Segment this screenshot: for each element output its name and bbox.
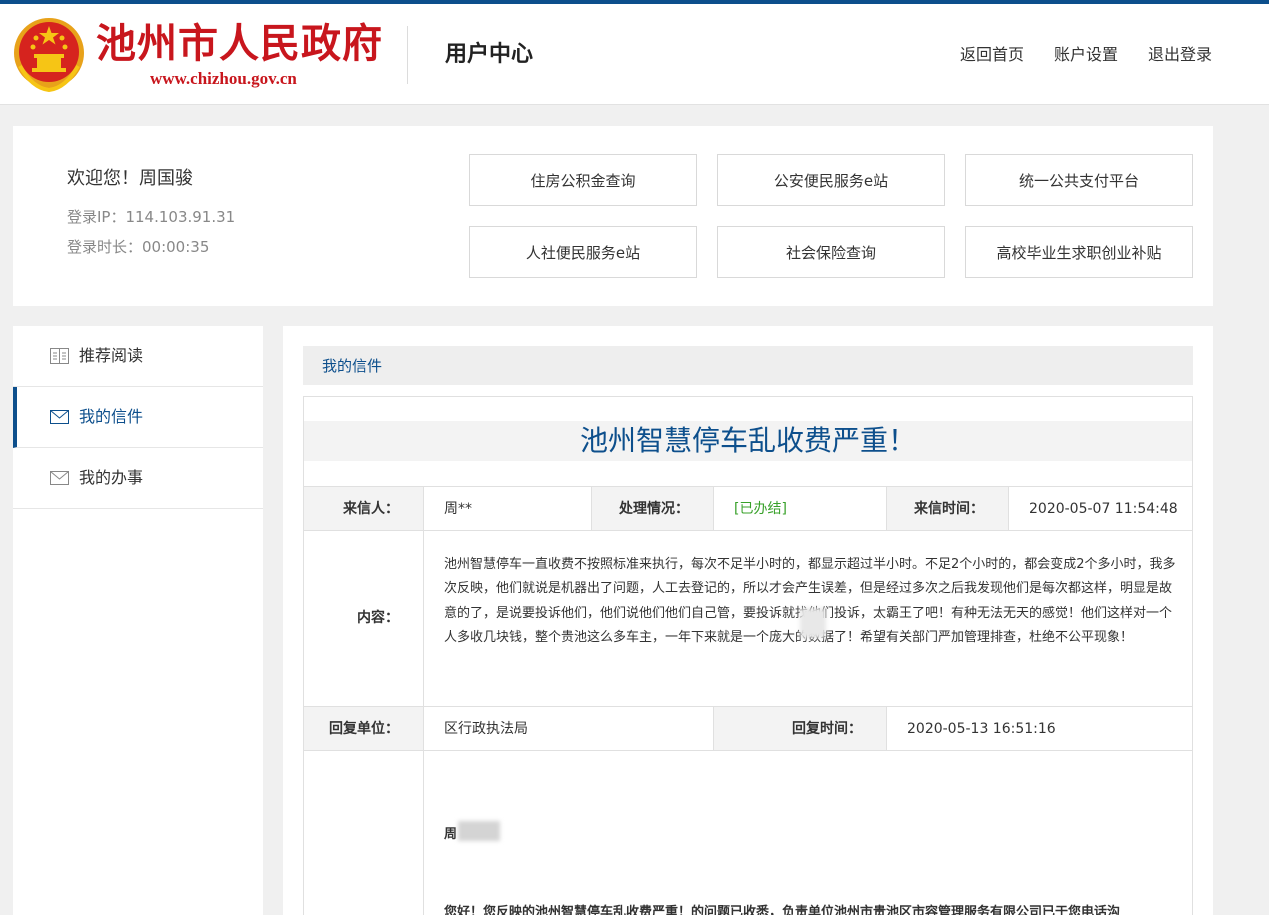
privacy-blur [800, 608, 826, 638]
service-button-housing-fund[interactable]: 住房公积金查询 [469, 154, 697, 206]
privacy-blur [458, 821, 500, 841]
reply-time-label: 回复时间： [792, 721, 862, 737]
reply-body: 您好！您反映的池州智慧停车乱收费严重！的问题已收悉，负责单位池州市贵池区市容管理… [444, 905, 1121, 915]
service-button-social-insurance[interactable]: 社会保险查询 [717, 226, 945, 278]
content-label-cell: 内容： [304, 531, 424, 706]
reply-salutation: 周 [444, 827, 458, 842]
sidebar-item-my-affairs[interactable]: 我的办事 [13, 448, 263, 509]
status-label-cell: 处理情况： [592, 487, 714, 530]
reply-time-label-cell: 回复时间： [714, 707, 887, 750]
reply-unit-label: 回复单位： [329, 721, 399, 737]
page-title: 用户中心 [445, 42, 534, 67]
nav-home-link[interactable]: 返回首页 [960, 44, 1024, 66]
breadcrumb-current[interactable]: 我的信件 [322, 356, 382, 376]
nav-logout-link[interactable]: 退出登录 [1148, 44, 1212, 66]
sidebar-item-label: 我的信件 [79, 407, 144, 426]
service-button-hr[interactable]: 人社便民服务e站 [469, 226, 697, 278]
sidebar-item-recommended[interactable]: 推荐阅读 [13, 326, 263, 387]
status-cell: [已办结] [714, 487, 887, 530]
sender-label-cell: 来信人： [304, 487, 424, 530]
welcome-card: 欢迎您！周国骏 登录IP：114.103.91.31 登录时长：00:00:35… [13, 126, 1213, 306]
reply-cell: 周 您好！您反映的池州智慧停车乱收费严重！的问题已收悉，负责单位池州市贵池区市容… [424, 751, 1192, 915]
service-button-payment[interactable]: 统一公共支付平台 [965, 154, 1193, 206]
sender-label: 来信人： [343, 501, 399, 517]
sidebar: 推荐阅读 我的信件 我的办事 [13, 326, 263, 915]
sender-cell: 周** [424, 487, 592, 530]
letter-meta-row: 来信人： 周** 处理情况： [已办结] 来信时间： 2020-05-07 11… [304, 486, 1192, 530]
sidebar-item-my-letters[interactable]: 我的信件 [13, 387, 263, 448]
content-label: 内容： [357, 610, 399, 626]
site-header: 池州市人民政府 www.chizhou.gov.cn 用户中心 返回首页 账户设… [0, 4, 1269, 105]
letter-content-row: 内容： 池州智慧停车一直收费不按照标准来执行，每次不足半小时的，都显示超过半小时… [304, 530, 1192, 706]
status-label: 处理情况： [619, 501, 689, 517]
main-panel: 我的信件 池州智慧停车乱收费严重！ 来信人： 周** 处理情况： [已办结] 来… [283, 326, 1213, 915]
sidebar-item-label: 我的办事 [79, 468, 144, 487]
mail-icon [50, 410, 69, 424]
site-name[interactable]: 池州市人民政府 [96, 20, 383, 68]
book-icon [50, 348, 69, 364]
letter-detail: 池州智慧停车乱收费严重！ 来信人： 周** 处理情况： [已办结] 来信时间： … [303, 396, 1193, 915]
reply-unit: 区行政执法局 [444, 721, 528, 737]
status-badge: [已办结] [734, 501, 787, 517]
sender-value: 周** [444, 501, 472, 517]
letter-time: 2020-05-07 11:54:48 [1029, 501, 1178, 517]
welcome-text: 欢迎您！周国骏 [67, 168, 193, 189]
reply-time: 2020-05-13 16:51:16 [907, 721, 1056, 737]
site-url[interactable]: www.chizhou.gov.cn [150, 68, 297, 90]
reply-content-row: 周 您好！您反映的池州智慧停车乱收费严重！的问题已收悉，负责单位池州市贵池区市容… [304, 750, 1192, 915]
letter-title: 池州智慧停车乱收费严重！ [579, 424, 916, 457]
reply-time-cell: 2020-05-13 16:51:16 [887, 707, 1192, 750]
mail-icon [50, 471, 69, 485]
time-label: 来信时间： [914, 501, 984, 517]
reply-unit-cell: 区行政执法局 [424, 707, 714, 750]
reply-meta-row: 回复单位： 区行政执法局 回复时间： 2020-05-13 16:51:16 [304, 706, 1192, 750]
reply-unit-label-cell: 回复单位： [304, 707, 424, 750]
login-ip: 登录IP：114.103.91.31 [67, 208, 236, 226]
national-emblem-icon[interactable] [12, 16, 86, 94]
sidebar-item-label: 推荐阅读 [79, 346, 144, 365]
service-button-graduate-subsidy[interactable]: 高校毕业生求职创业补贴 [965, 226, 1193, 278]
service-button-police[interactable]: 公安便民服务e站 [717, 154, 945, 206]
time-cell: 2020-05-07 11:54:48 [1009, 487, 1192, 530]
time-label-cell: 来信时间： [887, 487, 1009, 530]
reply-label-cell [304, 751, 424, 915]
nav-settings-link[interactable]: 账户设置 [1054, 44, 1118, 66]
header-divider [407, 26, 408, 84]
breadcrumb: 我的信件 [303, 346, 1193, 385]
login-duration: 登录时长：00:00:35 [67, 238, 210, 256]
content-cell: 池州智慧停车一直收费不按照标准来执行，每次不足半小时的，都显示超过半小时。不足2… [424, 531, 1192, 706]
